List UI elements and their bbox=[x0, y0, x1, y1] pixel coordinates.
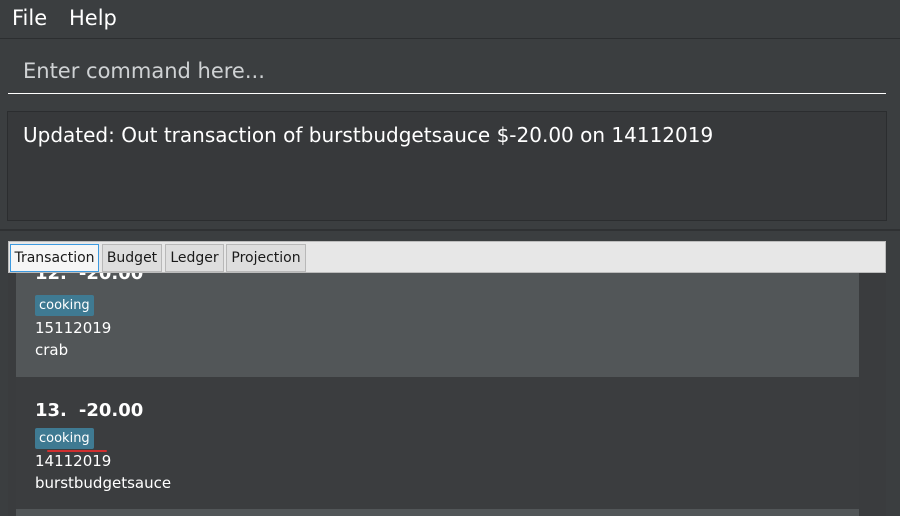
command-input[interactable] bbox=[8, 48, 886, 94]
tab-transaction[interactable]: Transaction bbox=[10, 244, 99, 272]
transaction-index: 13. bbox=[35, 400, 67, 421]
tab-projection[interactable]: Projection bbox=[226, 244, 306, 272]
tag-badge: cooking bbox=[35, 428, 94, 449]
menu-help[interactable]: Help bbox=[69, 4, 117, 32]
result-display-container: Updated: Out transaction of burstbudgets… bbox=[0, 101, 900, 229]
list-item[interactable] bbox=[16, 509, 859, 516]
result-display: Updated: Out transaction of burstbudgets… bbox=[7, 111, 887, 221]
transaction-amount: -20.00 bbox=[78, 400, 144, 421]
transaction-date: 15112019 bbox=[35, 319, 112, 337]
divider bbox=[0, 229, 900, 231]
tag-badge: cooking bbox=[35, 295, 94, 316]
app-window: File Help Updated: Out transaction of bu… bbox=[0, 0, 900, 516]
transaction-index: 12. bbox=[35, 273, 67, 284]
transaction-header: 12. -20.00 bbox=[35, 273, 143, 284]
transaction-header: 13. -20.00 bbox=[35, 400, 143, 421]
tab-budget[interactable]: Budget bbox=[102, 244, 162, 272]
list-item[interactable]: 13. -20.00 cooking 14112019 burstbudgetsa… bbox=[16, 377, 859, 509]
command-box bbox=[0, 39, 900, 101]
transaction-description: crab bbox=[35, 341, 69, 359]
menu-bar: File Help bbox=[0, 0, 900, 39]
menu-file[interactable]: File bbox=[12, 4, 47, 32]
transaction-list[interactable]: 12. -20.00 cooking 15112019 crab 13. -20.0… bbox=[8, 273, 886, 516]
tab-bar: Transaction Budget Ledger Projection bbox=[8, 241, 886, 273]
transaction-amount: -20.00 bbox=[78, 273, 144, 284]
scrollbar-track[interactable] bbox=[862, 273, 886, 516]
transaction-date: 14112019 bbox=[35, 452, 112, 470]
tab-ledger[interactable]: Ledger bbox=[165, 244, 224, 272]
transaction-description: burstbudgetsauce bbox=[35, 474, 172, 492]
list-item[interactable]: 12. -20.00 cooking 15112019 crab bbox=[16, 273, 859, 377]
